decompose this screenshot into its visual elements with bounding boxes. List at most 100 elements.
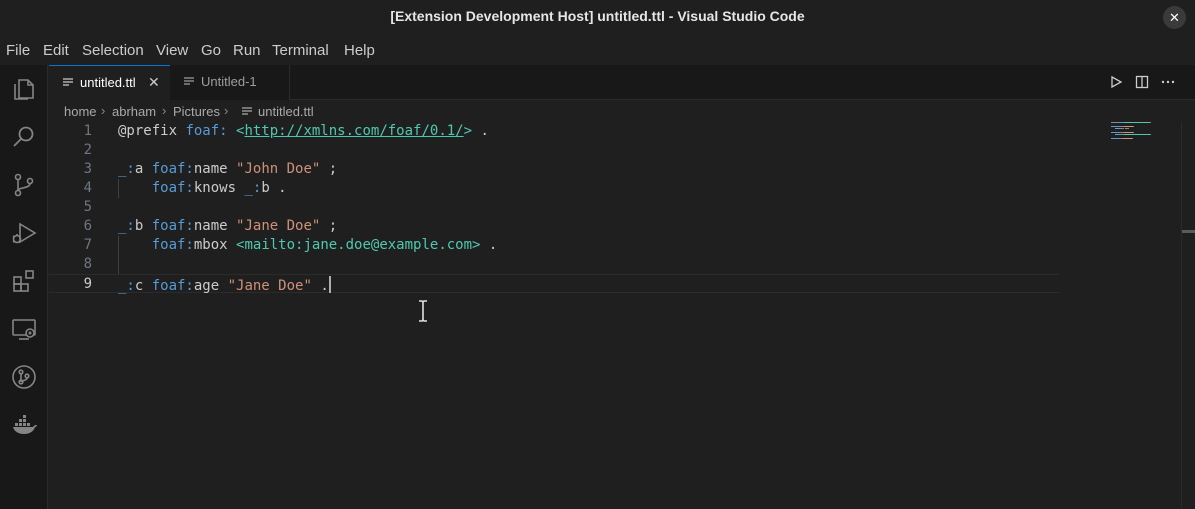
code-token: a xyxy=(134,161,152,177)
code-token: foaf: xyxy=(151,218,194,234)
code-token: . xyxy=(480,237,498,253)
code-token: c xyxy=(134,278,152,294)
minimap-token xyxy=(1123,126,1133,127)
code-text: foaf:mbox <mailto:jane.doe@example.com> … xyxy=(118,237,498,253)
code-token: foaf: xyxy=(151,278,194,294)
vertical-scrollbar[interactable] xyxy=(1181,122,1195,509)
minimap[interactable] xyxy=(1111,122,1181,162)
code-token: foaf: xyxy=(151,161,194,177)
code-token: _: xyxy=(118,278,135,294)
code-line[interactable]: 7 foaf:mbox <mailto:jane.doe@example.com… xyxy=(49,236,1059,255)
chevron-right-icon: › xyxy=(101,103,106,118)
split-editor-icon[interactable] xyxy=(1135,75,1149,89)
menu-selection[interactable]: Selection xyxy=(82,42,144,59)
run-icon[interactable] xyxy=(1109,75,1123,89)
code-token: b xyxy=(261,180,270,196)
code-line[interactable]: 4 foaf:knows _:b . xyxy=(49,179,1059,198)
code-token: "John Doe" xyxy=(236,161,321,177)
git-graph-icon[interactable] xyxy=(10,363,38,391)
file-lines-icon xyxy=(242,107,252,115)
scrollbar-thumb[interactable] xyxy=(1182,230,1195,233)
menu-terminal[interactable]: Terminal xyxy=(272,42,329,59)
code-token: mbox xyxy=(193,237,237,253)
minimap-token xyxy=(1131,138,1134,139)
menu-help[interactable]: Help xyxy=(344,42,375,59)
menu-run[interactable]: Run xyxy=(233,42,261,59)
code-line[interactable]: 2 xyxy=(49,141,1059,160)
code-token: "Jane Doe" xyxy=(236,218,321,234)
line-number: 1 xyxy=(83,123,92,139)
source-control-icon[interactable] xyxy=(10,171,38,199)
search-icon[interactable] xyxy=(10,123,38,151)
code-token: @prefix xyxy=(118,123,186,139)
text-caret xyxy=(328,276,331,293)
menu-bar: File Edit Selection View Go Run Terminal… xyxy=(0,35,1195,65)
code-text: @prefix foaf: <http://xmlns.com/foaf/0.1… xyxy=(118,123,489,139)
chevron-right-icon: › xyxy=(162,103,167,118)
title-bar: [Extension Development Host] untitled.tt… xyxy=(0,0,1195,35)
code-token: age xyxy=(193,278,228,294)
line-number: 3 xyxy=(83,161,92,177)
code-line[interactable]: 9 _:c foaf:age "Jane Doe" . xyxy=(49,274,1059,294)
code-line[interactable]: 3 _:a foaf:name "John Doe" ; xyxy=(49,160,1059,179)
line-number: 2 xyxy=(83,142,92,158)
menu-view[interactable]: View xyxy=(156,42,188,59)
tab-untitled-1[interactable]: Untitled-1 xyxy=(170,65,290,100)
tab-untitled-ttl[interactable]: untitled.ttl ✕ xyxy=(49,65,170,100)
run-debug-icon[interactable] xyxy=(10,219,38,247)
minimap-token xyxy=(1149,134,1152,135)
code-token: foaf: xyxy=(185,123,237,139)
breadcrumb-item[interactable]: untitled.ttl xyxy=(258,104,314,119)
remote-explorer-icon[interactable] xyxy=(10,315,38,343)
menu-file[interactable]: File xyxy=(6,42,30,59)
line-number: 9 xyxy=(83,276,92,292)
line-number: 6 xyxy=(83,218,92,234)
code-line[interactable]: 6 _:b foaf:name "Jane Doe" ; xyxy=(49,217,1059,236)
breadcrumb: home › abrham › Pictures › untitled.ttl xyxy=(49,100,1195,122)
code-token: . xyxy=(472,123,489,139)
code-line[interactable]: 8 xyxy=(49,255,1059,274)
code-line[interactable]: 5 xyxy=(49,198,1059,217)
code-token: ; xyxy=(320,161,338,177)
code-token: . xyxy=(311,278,329,294)
minimap-token xyxy=(1124,122,1148,123)
breadcrumb-item[interactable]: home xyxy=(64,104,97,119)
tab-close-icon[interactable]: ✕ xyxy=(148,74,160,91)
editor-actions xyxy=(1095,65,1195,100)
docker-icon[interactable] xyxy=(10,411,38,439)
code-token: _: xyxy=(244,180,262,196)
menu-edit[interactable]: Edit xyxy=(43,42,69,59)
minimap-token xyxy=(1148,122,1151,123)
code-token: http://xmlns.com/foaf/0.1/ xyxy=(244,123,464,139)
minimap-token xyxy=(1127,128,1129,129)
code-token: "Jane Doe" xyxy=(227,278,312,294)
editor-tab-bar: untitled.ttl ✕ Untitled-1 xyxy=(49,65,1195,100)
code-token: _: xyxy=(118,218,135,234)
more-actions-icon[interactable] xyxy=(1161,75,1175,89)
code-token: . xyxy=(269,180,287,196)
breadcrumb-item[interactable]: Pictures xyxy=(173,104,220,119)
menu-go[interactable]: Go xyxy=(201,42,221,59)
file-lines-icon xyxy=(63,78,73,86)
line-number: 8 xyxy=(83,256,92,272)
minimap-token xyxy=(1111,122,1119,123)
minimap-token xyxy=(1123,132,1133,133)
code-line[interactable]: 1 @prefix foaf: <http://xmlns.com/foaf/0.… xyxy=(49,122,1059,141)
activity-bar xyxy=(0,65,48,509)
window-close-button[interactable]: ✕ xyxy=(1163,6,1186,29)
code-editor[interactable]: 1 @prefix foaf: <http://xmlns.com/foaf/0.… xyxy=(49,122,1195,509)
breadcrumb-item[interactable]: abrham xyxy=(112,104,156,119)
minimap-token xyxy=(1132,126,1135,127)
code-token: ; xyxy=(320,218,338,234)
code-token: foaf: xyxy=(151,180,194,196)
code-text: _:b foaf:name "Jane Doe" ; xyxy=(118,218,337,234)
extensions-icon[interactable] xyxy=(10,267,38,295)
code-token: > xyxy=(463,123,473,139)
files-icon[interactable] xyxy=(10,75,38,103)
line-number: 7 xyxy=(83,237,92,253)
code-token: foaf: xyxy=(151,237,194,253)
window-title: [Extension Development Host] untitled.tt… xyxy=(390,8,805,24)
code-token: <mailto:jane.doe@example.com> xyxy=(236,237,481,253)
minimap-token xyxy=(1123,134,1150,135)
text-cursor-icon xyxy=(419,300,427,322)
